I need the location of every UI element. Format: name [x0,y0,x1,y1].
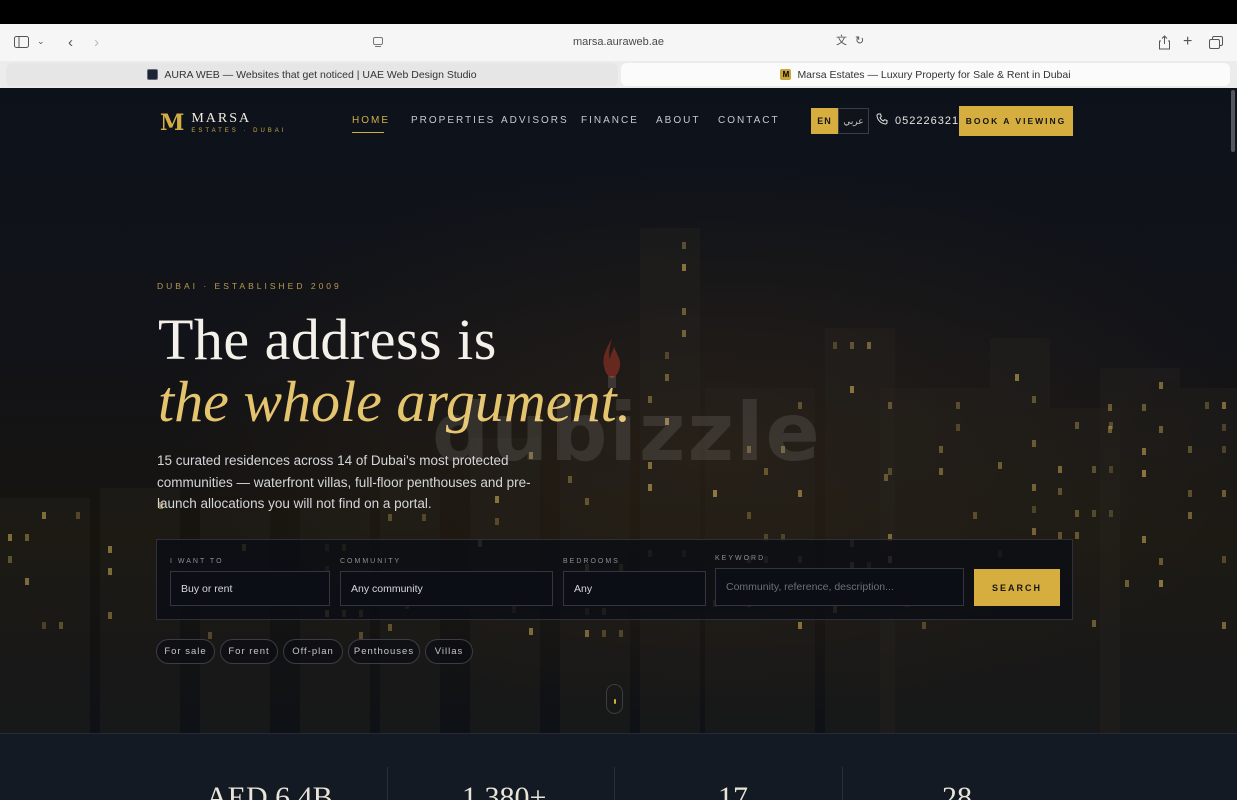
tab-marsa-estates[interactable]: M Marsa Estates — Luxury Property for Sa… [621,63,1230,86]
tab-aura-web[interactable]: AURA WEB — Websites that get noticed | U… [6,63,618,86]
bedrooms-select[interactable]: Any [563,571,706,606]
nav-active-underline [352,132,384,133]
nav-contact[interactable]: CONTACT [718,115,780,126]
tab-title: AURA WEB — Websites that get noticed | U… [164,68,477,81]
stat-value: 1,380+ [462,781,547,800]
screen-top-bar [0,0,1237,24]
logo-mark: M [160,110,185,136]
website: M MARSA ESTATES · DUBAI HOME PROPERTIES … [0,88,1237,800]
chip-villas[interactable]: Villas [425,639,473,664]
keyword-input[interactable]: Community, reference, description... [715,568,964,606]
community-label: COMMUNITY [340,558,402,565]
lang-en-button[interactable]: EN [811,108,838,134]
page-scrollbar[interactable] [1231,90,1235,152]
tab-title: Marsa Estates — Luxury Property for Sale… [797,68,1071,81]
nav-finance[interactable]: FINANCE [581,115,639,126]
scroll-indicator-dot [614,699,616,704]
nav-advisors[interactable]: ADVISORS [501,115,569,126]
aura-favicon-icon [147,69,159,80]
site-logo[interactable]: M MARSA ESTATES · DUBAI [160,110,287,136]
phone-icon [876,113,888,128]
stats-border [0,733,1237,734]
want-select[interactable]: Buy or rent [170,571,330,606]
tab-bar: AURA WEB — Websites that get noticed | U… [0,61,1237,88]
want-label: I WANT TO [170,558,224,565]
stat-value: AED 6.4B [206,781,333,800]
stat-value: 28 [942,781,972,800]
logo-name: MARSA [191,111,252,126]
community-select[interactable]: Any community [340,571,553,606]
chip-off-plan[interactable]: Off-plan [283,639,343,664]
nav-home[interactable]: HOME [352,115,390,126]
keyword-label: KEYWORD [715,555,766,562]
hero-title-line1: The address is [158,307,497,372]
marsa-favicon-icon: M [780,69,792,80]
lang-ar-button[interactable]: عربي [838,108,869,134]
chip-for-sale[interactable]: For sale [156,639,215,664]
book-viewing-button[interactable]: BOOK A VIEWING [959,106,1073,136]
stat-divider [387,767,388,800]
nav-about[interactable]: ABOUT [656,115,700,126]
hero-description: 15 curated residences across 14 of Dubai… [157,453,531,511]
phone-link[interactable]: 0522263217 [876,113,966,128]
chip-penthouses[interactable]: Penthouses [348,639,420,664]
chip-for-rent[interactable]: For rent [220,639,278,664]
stat-divider [614,767,615,800]
bedrooms-label: BEDROOMS [563,558,620,565]
dubizzle-flame-icon [603,338,621,388]
stat-divider [842,767,843,800]
hero-eyebrow: DUBAI · ESTABLISHED 2009 [157,281,342,291]
stat-value: 17 [718,781,748,800]
scroll-indicator[interactable] [606,684,623,714]
search-button[interactable]: SEARCH [974,569,1060,606]
nav-properties[interactable]: PROPERTIES [411,115,495,126]
phone-number: 0522263217 [895,114,967,127]
address-bar[interactable]: marsa.auraweb.ae [0,36,1237,48]
property-search-panel: I WANT TO Buy or rent COMMUNITY Any comm… [156,539,1073,620]
logo-subtitle: ESTATES · DUBAI [191,128,287,134]
stats-band: AED 6.4B 1,380+ 17 28 [0,733,1237,800]
